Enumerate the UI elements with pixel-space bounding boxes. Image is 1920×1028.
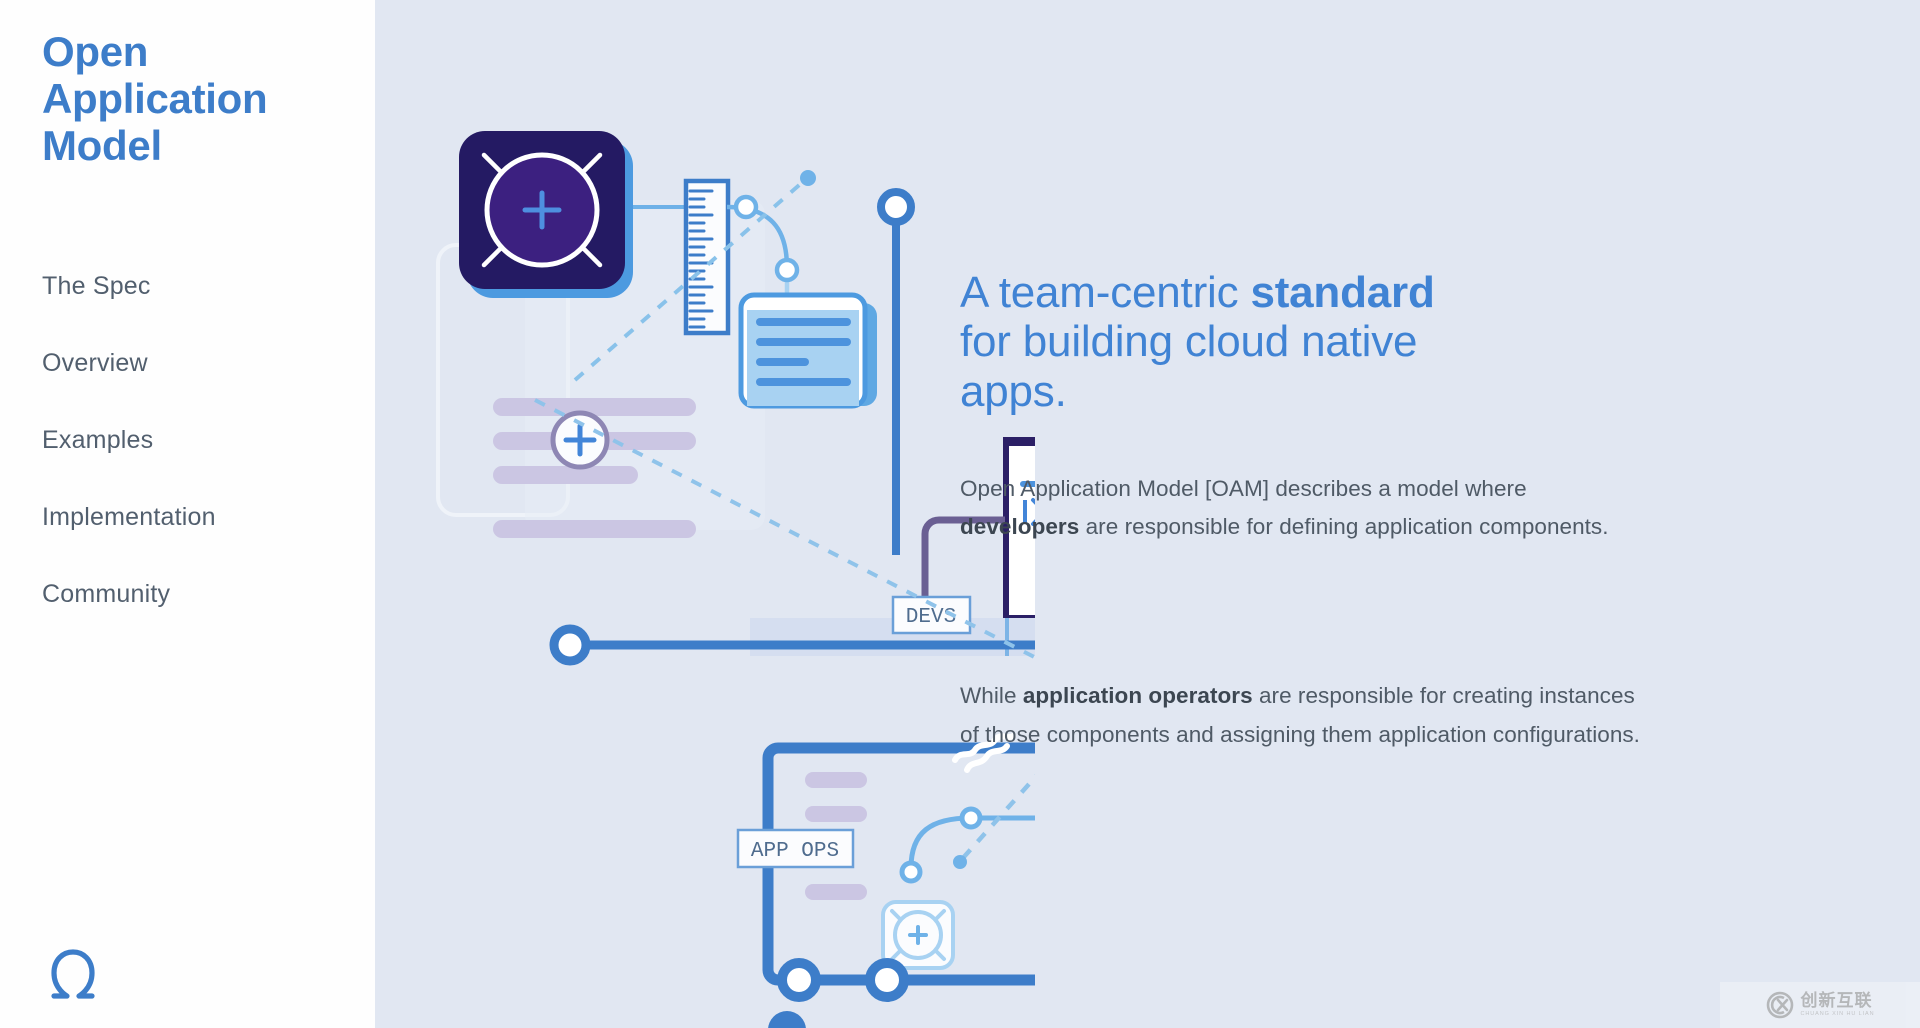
ops-node-left bbox=[777, 958, 821, 1002]
headline: A team-centric standard for building clo… bbox=[960, 268, 1660, 416]
hero-illustration: DEVS APP OPS bbox=[436, 131, 1035, 1028]
bottom-scene: APP OPS bbox=[736, 733, 1035, 1002]
watermark-pinyin: CHUANG XIN HU LIAN bbox=[1800, 1011, 1875, 1018]
headline-line3: apps. bbox=[960, 366, 1067, 416]
copy-column: A team-centric standard for building clo… bbox=[960, 268, 1660, 755]
para2-bold: application operators bbox=[1022, 683, 1253, 709]
headline-bold: standard bbox=[1250, 268, 1435, 317]
paragraph-operators: While application operators are responsi… bbox=[960, 677, 1650, 754]
ruler-icon bbox=[683, 178, 731, 336]
sidebar-item-overview[interactable]: Overview bbox=[42, 351, 148, 376]
omega-logo-icon[interactable] bbox=[42, 946, 104, 1008]
sidebar: Open Application Model The Spec Overview… bbox=[0, 0, 375, 1028]
headline-pre: A team-centric bbox=[960, 268, 1251, 317]
pin-marker-right bbox=[877, 188, 915, 555]
ops-node-mid bbox=[865, 958, 909, 1002]
devs-label-text: DEVS bbox=[906, 606, 956, 629]
page-title: Open Application Model bbox=[42, 28, 268, 170]
document-card bbox=[738, 292, 877, 409]
bezier-node-2[interactable] bbox=[774, 257, 800, 283]
para1-pre: Open Application Model [OAM] describes a… bbox=[960, 475, 1527, 501]
watermark-chinese: 创新互联 bbox=[1800, 991, 1873, 1011]
ops-bezier-node-1[interactable] bbox=[959, 806, 983, 830]
ops-dashed-dot bbox=[953, 855, 967, 869]
para2-pre: While bbox=[960, 683, 1023, 709]
app-ops-label: APP OPS bbox=[736, 828, 855, 869]
watermark: 创新互联 CHUANG XIN HU LIAN bbox=[1720, 982, 1920, 1028]
para1-bold: developers bbox=[960, 514, 1080, 540]
sidebar-nav: The Spec Overview Examples Implementatio… bbox=[42, 274, 375, 607]
dashed-endpoint-dot bbox=[800, 170, 816, 186]
sidebar-item-community[interactable]: Community bbox=[42, 582, 170, 607]
sidebar-item-the-spec[interactable]: The Spec bbox=[42, 274, 151, 299]
main-content: DEVS APP OPS A team-centric standard for… bbox=[375, 0, 1920, 1028]
ops-bezier-node-2[interactable] bbox=[899, 860, 923, 884]
para1-post: are responsible for defining application… bbox=[1079, 514, 1609, 540]
cx-logo-icon bbox=[1766, 991, 1793, 1019]
offscreen-node-bottom bbox=[768, 1011, 806, 1028]
app-ops-label-text: APP OPS bbox=[751, 840, 839, 863]
baseline-node-top bbox=[549, 624, 591, 666]
crosshair-card-light bbox=[881, 900, 955, 970]
page-root: Open Application Model The Spec Overview… bbox=[0, 0, 1920, 1028]
bezier-node-1[interactable] bbox=[733, 194, 759, 220]
sidebar-item-implementation[interactable]: Implementation bbox=[42, 505, 216, 530]
sidebar-item-examples[interactable]: Examples bbox=[42, 428, 153, 453]
paragraph-developers: Open Application Model [OAM] describes a… bbox=[960, 470, 1650, 547]
headline-line2: for building cloud native bbox=[960, 317, 1418, 367]
watermark-text: 创新互联 CHUANG XIN HU LIAN bbox=[1801, 992, 1875, 1018]
